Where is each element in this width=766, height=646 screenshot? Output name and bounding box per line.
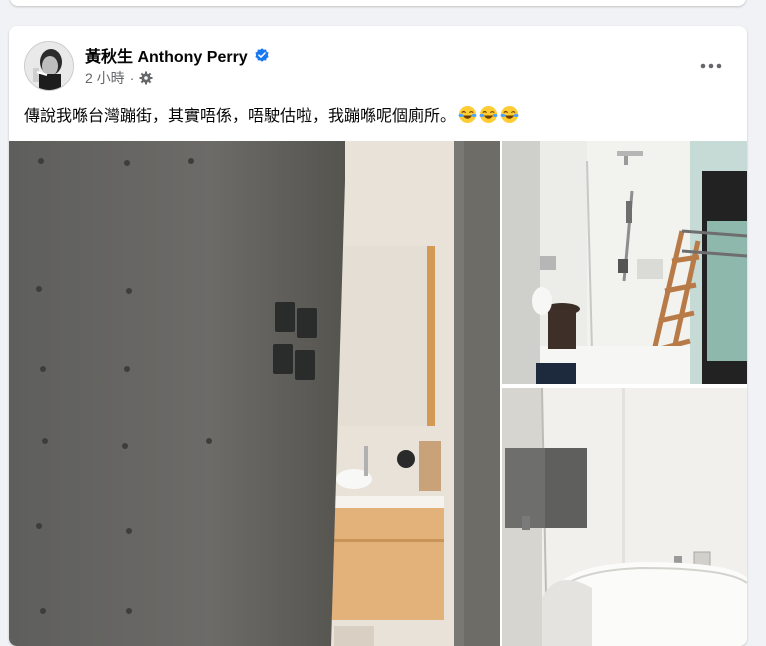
post-body: 傳說我喺台灣蹦街，其實唔係，唔駛估啦，我蹦喺呢個廁所。 (24, 102, 519, 126)
post-card: 黃秋生 Anthony Perry 2 小時 · 傳說我喺台灣蹦街，其實唔係，唔… (9, 26, 747, 646)
photo-1[interactable] (9, 141, 500, 646)
previous-post-card (10, 0, 746, 6)
laughing-tears-emoji-2 (479, 105, 498, 124)
meta-separator: · (129, 70, 135, 86)
author-name-row[interactable]: 黃秋生 Anthony Perry (85, 43, 270, 67)
photo-2[interactable] (502, 141, 747, 384)
photo-grid (9, 141, 747, 646)
post-meta: 2 小時 · (85, 68, 153, 88)
verified-badge-icon (254, 47, 270, 63)
laughing-tears-emoji-3 (500, 105, 519, 124)
laughing-tears-emoji-1 (458, 105, 477, 124)
author-avatar[interactable] (24, 41, 74, 91)
photo-3[interactable] (502, 388, 747, 646)
author-name[interactable]: 黃秋生 Anthony Perry (85, 43, 248, 67)
post-text: 傳說我喺台灣蹦街，其實唔係，唔駛估啦，我蹦喺呢個廁所。 (24, 108, 457, 125)
more-horizontal-icon (700, 63, 722, 69)
post-timestamp[interactable]: 2 小時 (85, 68, 125, 88)
gear-icon[interactable] (139, 71, 153, 85)
more-options-button[interactable] (693, 48, 729, 84)
